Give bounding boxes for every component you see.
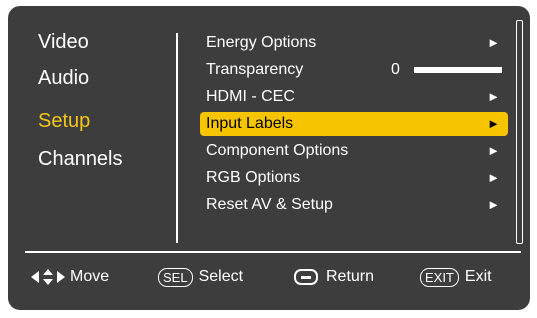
move-label: Move — [70, 268, 110, 285]
menu-item-label: Transparency — [206, 61, 304, 78]
footer-select: SEL Select — [158, 266, 243, 288]
select-label: Select — [198, 268, 244, 285]
arrow-right-icon: ► — [487, 35, 500, 50]
return-key-icon — [294, 269, 318, 285]
menu-item-label: Energy Options — [206, 34, 317, 51]
transparency-value: 0 — [391, 61, 400, 78]
footer-return: Return — [294, 266, 374, 288]
transparency-slider[interactable] — [414, 67, 502, 73]
vertical-divider — [176, 33, 178, 243]
footer-move: Move — [30, 266, 109, 288]
arrow-right-icon: ► — [487, 89, 500, 104]
menu-item-hdmi-cec[interactable]: HDMI - CEC ► — [200, 85, 508, 109]
menu-item-label: RGB Options — [206, 169, 301, 186]
exit-key-icon: EXIT — [420, 267, 459, 287]
category-video[interactable]: Video — [38, 30, 89, 54]
menu-item-reset-av-setup[interactable]: Reset AV & Setup ► — [200, 193, 508, 217]
menu-item-label: Input Labels — [206, 115, 294, 132]
arrow-right-icon: ► — [487, 143, 500, 158]
menu-item-label: HDMI - CEC — [206, 88, 295, 105]
four-way-arrow-icon — [30, 268, 66, 286]
horizontal-divider — [25, 251, 521, 253]
return-label: Return — [326, 268, 375, 285]
scrollbar[interactable] — [516, 20, 523, 244]
sel-key-icon: SEL — [158, 267, 193, 287]
menu-item-energy-options[interactable]: Energy Options ► — [200, 31, 508, 55]
category-setup[interactable]: Setup — [38, 109, 90, 133]
settings-menu: Video Audio Setup Channels Energy Option… — [8, 6, 530, 310]
menu-item-label: Reset AV & Setup — [206, 196, 333, 213]
arrow-right-icon: ► — [487, 197, 500, 212]
arrow-right-icon: ► — [487, 116, 500, 131]
menu-item-component-options[interactable]: Component Options ► — [200, 139, 508, 163]
menu-item-transparency[interactable]: Transparency 0 — [200, 58, 508, 82]
footer-exit: EXIT Exit — [420, 266, 492, 288]
menu-item-label: Component Options — [206, 142, 349, 159]
arrow-right-icon: ► — [487, 170, 500, 185]
category-audio[interactable]: Audio — [38, 66, 89, 90]
menu-item-input-labels[interactable]: Input Labels ► — [200, 112, 508, 136]
exit-label: Exit — [464, 268, 492, 285]
menu-item-rgb-options[interactable]: RGB Options ► — [200, 166, 508, 190]
category-channels[interactable]: Channels — [38, 147, 123, 171]
